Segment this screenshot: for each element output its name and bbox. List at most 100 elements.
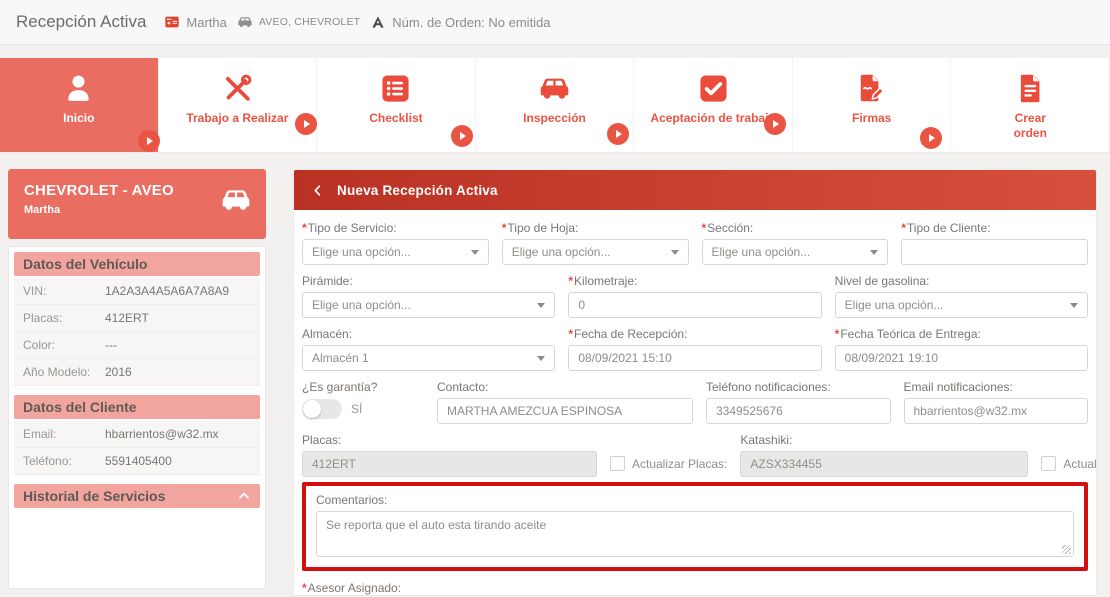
vehicle-title: CHEVROLET - AVEO: [24, 182, 174, 199]
signature-icon: [855, 72, 888, 105]
chevron-down-icon: [537, 356, 545, 361]
section-title: Datos del Cliente: [23, 399, 137, 415]
vehicle-name: AVEO, CHEVROLET: [259, 16, 360, 28]
field-label: *Tipo de Hoja:: [502, 221, 689, 235]
select-value: Elige una opción...: [845, 298, 944, 312]
required-asterisk: *: [302, 581, 307, 595]
tools-icon: [221, 72, 254, 105]
row-label: Año Modelo:: [23, 365, 105, 379]
topbar: Recepción Activa Martha AVEO, CHEVROLET …: [0, 0, 1110, 45]
field-label: Comentarios:: [316, 493, 1074, 507]
arrow-right-icon: [304, 120, 310, 128]
field-label: *Tipo de Servicio:: [302, 221, 489, 235]
required-asterisk: *: [835, 327, 840, 341]
row-value: 5591405400: [105, 454, 172, 468]
step-crear-orden[interactable]: Crear orden: [951, 58, 1110, 152]
arrow-right-icon: [460, 132, 466, 140]
panel-header[interactable]: Nueva Recepción Activa: [294, 170, 1096, 210]
form-row-1: *Tipo de Servicio: Elige una opción... *…: [302, 221, 1088, 265]
contacto-input[interactable]: MARTHA AMEZCUA ESPINOSA: [437, 398, 693, 424]
required-asterisk: *: [568, 274, 573, 288]
table-row: VIN: 1A2A3A4A5A6A7A8A9: [14, 278, 260, 305]
step-arrow-badge[interactable]: [295, 113, 317, 135]
step-label: Firmas: [852, 111, 891, 126]
resize-handle[interactable]: [1062, 545, 1071, 554]
row-label: Teléfono:: [23, 454, 105, 468]
form-row-3: Almacén: Almacén 1 *Fecha de Recepción: …: [302, 327, 1088, 371]
garantia-toggle[interactable]: [302, 399, 342, 419]
tipo-cliente-input[interactable]: [901, 239, 1088, 265]
tipo-servicio-select[interactable]: Elige una opción...: [302, 239, 489, 265]
comentarios-highlight-annotation: Comentarios: Se reporta que el auto esta…: [302, 482, 1088, 571]
table-row: Año Modelo: 2016: [14, 359, 260, 386]
select-value: Elige una opción...: [512, 245, 611, 259]
kilometraje-input[interactable]: 0: [568, 292, 821, 318]
step-label: Aceptación de trabajo: [650, 111, 775, 126]
arrow-right-icon: [616, 130, 622, 138]
input-value: MARTHA AMEZCUA ESPINOSA: [447, 404, 622, 418]
content-area: CHEVROLET - AVEO Martha Datos del Vehícu…: [0, 153, 1110, 596]
section-title: Historial de Servicios: [23, 488, 165, 504]
row-value: 1A2A3A4A5A6A7A8A9: [105, 284, 229, 298]
email-notificaciones-input[interactable]: hbarrientos@w32.mx: [904, 398, 1089, 424]
section-header-historial[interactable]: Historial de Servicios: [14, 484, 260, 508]
actualizar-katashiki-checkbox[interactable]: Actualizar Katashiki:: [1041, 456, 1097, 471]
step-aceptacion-de-trabajo[interactable]: Aceptación de trabajo: [634, 58, 793, 152]
vehicle-rows: VIN: 1A2A3A4A5A6A7A8A9 Placas: 412ERT Co…: [14, 278, 260, 386]
form-row-5: Placas: 412ERT Actualizar Placas: Katash…: [302, 433, 1088, 477]
step-arrow-badge[interactable]: [451, 125, 473, 147]
tipo-hoja-select[interactable]: Elige una opción...: [502, 239, 689, 265]
row-label: VIN:: [23, 284, 105, 298]
step-arrow-badge[interactable]: [138, 130, 160, 152]
actualizar-placas-checkbox[interactable]: Actualizar Placas:: [610, 456, 727, 471]
page-title: Recepción Activa: [16, 12, 146, 32]
step-inicio[interactable]: Inicio: [0, 58, 159, 152]
chevron-down-icon: [870, 250, 878, 255]
fecha-entrega-input[interactable]: 08/09/2021 19:10: [835, 345, 1088, 371]
toggle-knob: [303, 400, 321, 418]
checkbox-icon: [610, 456, 625, 471]
seccion-select[interactable]: Elige una opción...: [702, 239, 889, 265]
arrow-right-icon: [147, 137, 153, 145]
checkbox-icon: [1041, 456, 1056, 471]
table-row: Email: hbarrientos@w32.mx: [14, 421, 260, 448]
form-body: *Tipo de Servicio: Elige una opción... *…: [294, 210, 1096, 596]
select-value: Elige una opción...: [312, 245, 411, 259]
piramide-select[interactable]: Elige una opción...: [302, 292, 555, 318]
client-name: Martha: [186, 15, 226, 30]
row-value: hbarrientos@w32.mx: [105, 427, 219, 441]
table-row: Color: ---: [14, 332, 260, 359]
row-label: Placas:: [23, 311, 105, 325]
required-asterisk: *: [302, 221, 307, 235]
step-trabajo-a-realizar[interactable]: Trabajo a Realizar: [159, 58, 318, 152]
nivel-gasolina-select[interactable]: Elige una opción...: [835, 292, 1088, 318]
step-arrow-badge[interactable]: [607, 123, 629, 145]
step-label: Inicio: [63, 111, 94, 126]
input-value: 08/09/2021 19:10: [845, 351, 938, 365]
user-icon: [62, 72, 95, 105]
step-arrow-badge[interactable]: [920, 127, 942, 149]
input-value: 3349525676: [716, 404, 783, 418]
field-label: Contacto:: [437, 380, 693, 394]
fecha-recepcion-input[interactable]: 08/09/2021 15:10: [568, 345, 821, 371]
chevron-down-icon: [471, 250, 479, 255]
required-asterisk: *: [702, 221, 707, 235]
order-number: Núm. de Orden: No emitida: [392, 15, 550, 30]
field-label: *Sección:: [702, 221, 889, 235]
comentarios-textarea[interactable]: Se reporta que el auto esta tirando acei…: [316, 511, 1074, 557]
placas-input: 412ERT: [302, 451, 597, 477]
section-title: Datos del Vehículo: [23, 256, 147, 272]
step-arrow-badge[interactable]: [764, 113, 786, 135]
field-label: Teléfono notificaciones:: [706, 380, 891, 394]
field-label: *Tipo de Cliente:: [901, 221, 1088, 235]
topbar-client: Martha: [164, 14, 226, 30]
almacen-select[interactable]: Almacén 1: [302, 345, 555, 371]
katashiki-input: AZSX334455: [740, 451, 1028, 477]
field-label: Katashiki:: [740, 433, 1028, 447]
telefono-notificaciones-input[interactable]: 3349525676: [706, 398, 891, 424]
checkbox-label: Actualizar Katashiki:: [1063, 457, 1097, 471]
checklist-icon: [379, 72, 412, 105]
required-asterisk: *: [502, 221, 507, 235]
select-value: Almacén 1: [312, 351, 369, 365]
field-label: Nivel de gasolina:: [835, 274, 1088, 288]
